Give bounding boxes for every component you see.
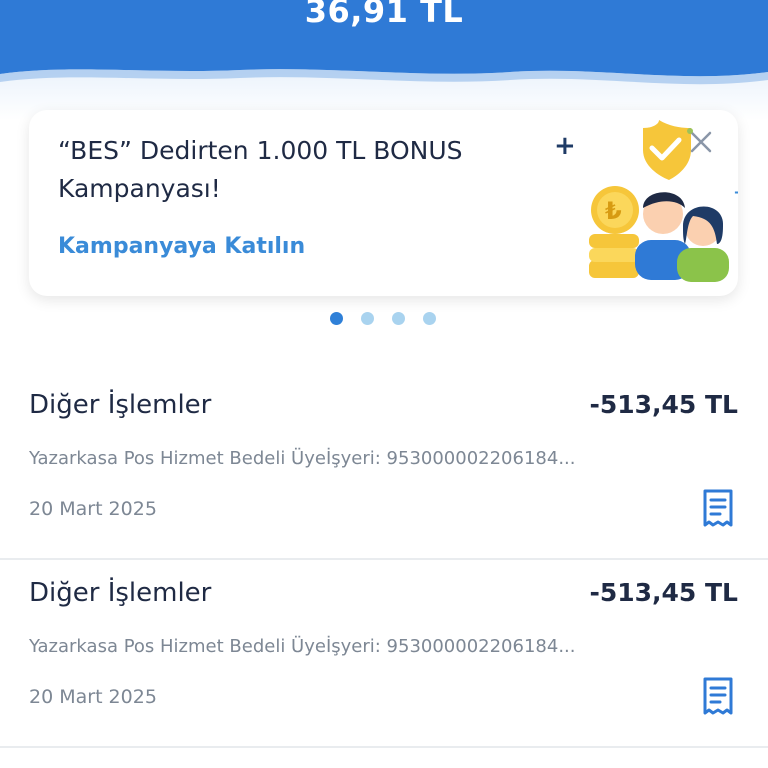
transaction-row[interactable]: Diğer İşlemler -513,45 TL Yazarkasa Pos … — [0, 370, 768, 560]
receipt-button[interactable] — [700, 488, 736, 528]
transaction-amount: -513,45 TL — [589, 390, 738, 419]
promo-card[interactable]: “BES” Dedirten 1.000 TL BONUS Kampanyası… — [29, 110, 738, 296]
carousel-dot-active[interactable] — [330, 312, 343, 325]
transaction-title: Diğer İşlemler — [29, 390, 212, 420]
transaction-date: 20 Mart 2025 — [29, 686, 157, 708]
join-campaign-link[interactable]: Kampanyaya Katılın — [58, 234, 305, 259]
carousel-dots — [330, 312, 436, 326]
svg-text:+: + — [733, 182, 738, 203]
lira-coin-symbol: ₺ — [605, 197, 622, 225]
carousel-dot[interactable] — [361, 312, 374, 325]
balance-amount: 36,91 TL — [304, 0, 464, 30]
carousel-dot[interactable] — [392, 312, 405, 325]
svg-text:+: + — [554, 131, 576, 161]
transaction-row[interactable]: Diğer İşlemler -513,45 TL Yazarkasa Pos … — [0, 558, 768, 748]
transaction-amount: -513,45 TL — [589, 578, 738, 607]
transaction-title: Diğer İşlemler — [29, 578, 212, 608]
receipt-icon — [703, 489, 733, 527]
close-promo-button[interactable] — [686, 127, 716, 157]
transaction-description: Yazarkasa Pos Hizmet Bedeli Üyeİşyeri: 9… — [29, 636, 576, 657]
balance-header: 36,91 TL — [0, 0, 768, 120]
transaction-date: 20 Mart 2025 — [29, 498, 157, 520]
transaction-description: Yazarkasa Pos Hizmet Bedeli Üyeİşyeri: 9… — [29, 448, 576, 469]
carousel-dot[interactable] — [423, 312, 436, 325]
receipt-icon — [703, 677, 733, 715]
close-icon — [687, 128, 712, 153]
receipt-button[interactable] — [700, 676, 736, 716]
promo-title: “BES” Dedirten 1.000 TL BONUS Kampanyası… — [58, 136, 463, 203]
